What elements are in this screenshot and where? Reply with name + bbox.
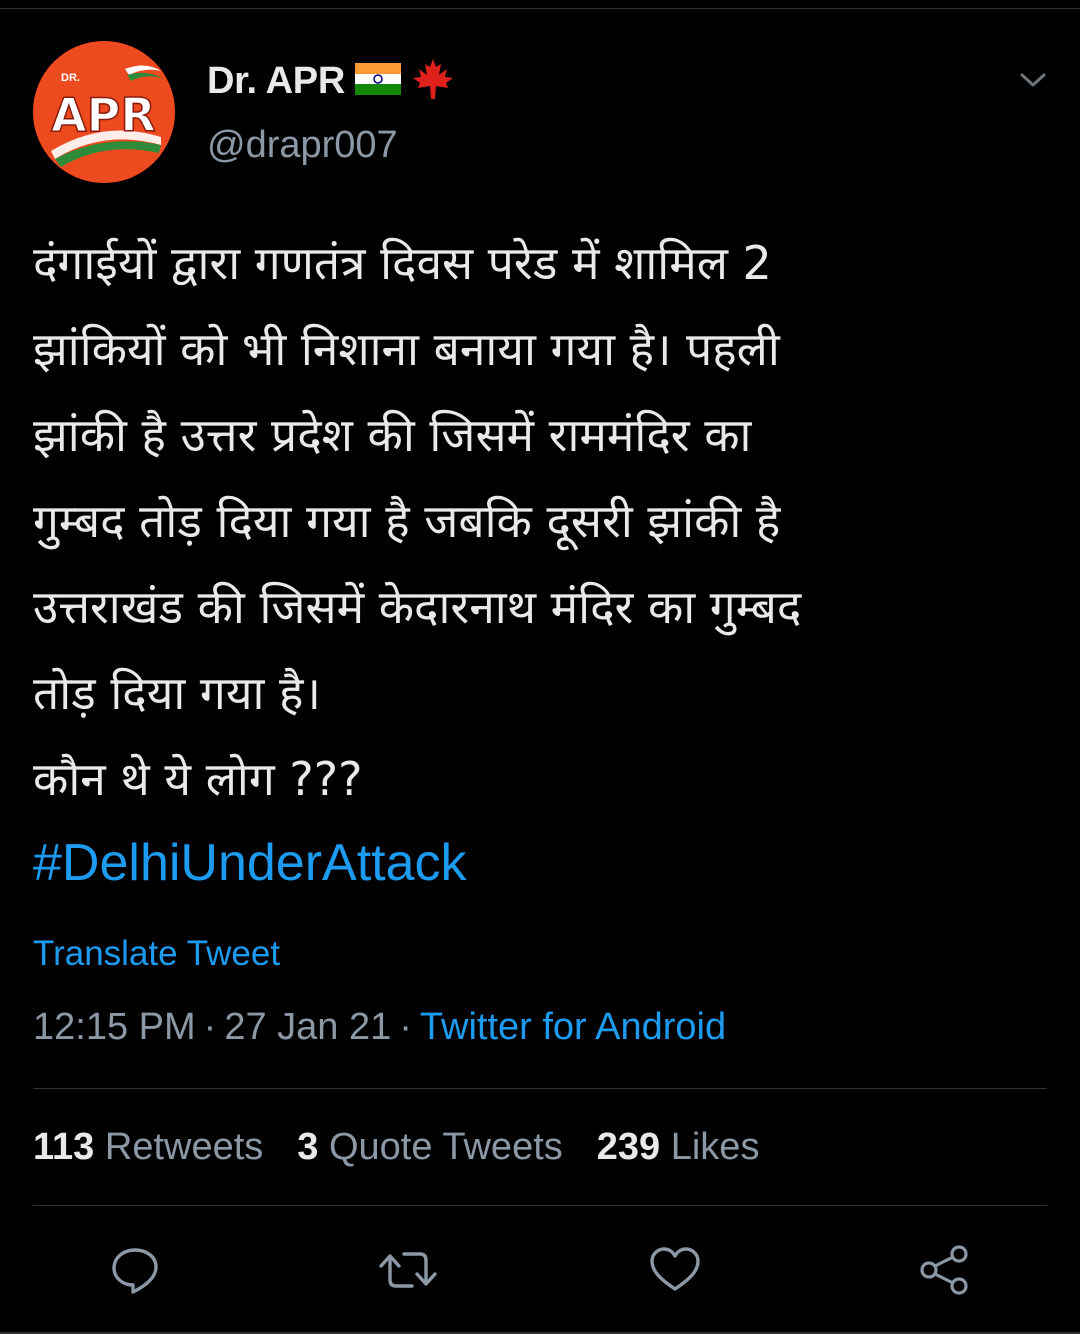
likes-label: Likes: [670, 1126, 760, 1168]
tweet-metadata: 12:15 PM · 27 Jan 21 · Twitter for Android: [33, 1006, 726, 1049]
avatar-small-text: DR.: [61, 72, 80, 84]
user-handle[interactable]: @drapr007: [207, 124, 398, 167]
likes-stat[interactable]: 239 Likes: [597, 1126, 760, 1169]
tweet-detail-page: DR. APR Dr. APR @drapr007 दंगाईयों द्वार…: [0, 0, 1080, 1334]
retweets-stat[interactable]: 113 Retweets: [33, 1126, 263, 1169]
meta-separator: ·: [203, 1006, 217, 1048]
tweet-line: झांकी है उत्तर प्रदेश की जिसमें राममंदिर…: [33, 408, 752, 462]
retweets-count: 113: [33, 1126, 95, 1168]
quotes-stat[interactable]: 3 Quote Tweets: [297, 1126, 562, 1169]
avatar-logo-text: APR: [51, 88, 156, 142]
meta-separator: ·: [399, 1006, 412, 1048]
action-bar: [0, 1240, 1080, 1300]
avatar[interactable]: DR. APR: [33, 41, 175, 183]
share-icon[interactable]: [914, 1240, 974, 1300]
stats-bottom-divider: [33, 1205, 1047, 1206]
translate-tweet-link[interactable]: Translate Tweet: [33, 934, 280, 974]
retweets-label: Retweets: [104, 1126, 264, 1168]
tweet-time: 12:15 PM: [33, 1006, 196, 1048]
like-icon[interactable]: [645, 1240, 705, 1300]
maple-leaf-icon: [411, 57, 455, 105]
reply-icon[interactable]: [105, 1240, 165, 1300]
tweet-source-link[interactable]: Twitter for Android: [420, 1006, 726, 1048]
tweet-line: कौन थे ये लोग ???: [33, 752, 363, 806]
top-divider: [0, 8, 1080, 9]
retweet-icon[interactable]: [378, 1240, 438, 1300]
stats-top-divider: [33, 1088, 1047, 1089]
tweet-line: झांकियों को भी निशाना बनाया गया है। पहली: [33, 322, 780, 376]
tweet-line: गुम्बद तोड़ दिया गया है जबकि दूसरी झांकी…: [33, 494, 781, 548]
quotes-count: 3: [297, 1126, 319, 1168]
engagement-stats: 113 Retweets 3 Quote Tweets 239 Likes: [33, 1126, 759, 1169]
tweet-text: दंगाईयों द्वारा गणतंत्र दिवस परेड में शा…: [33, 220, 1043, 906]
author-name-row[interactable]: Dr. APR: [207, 56, 455, 106]
quotes-label: Quote Tweets: [328, 1126, 563, 1168]
likes-count: 239: [596, 1126, 661, 1168]
chevron-down-icon[interactable]: [1016, 66, 1050, 94]
india-flag-icon: [354, 63, 401, 99]
tweet-date: 27 Jan 21: [224, 1006, 392, 1048]
hashtag-link[interactable]: #DelhiUnderAttack: [33, 820, 1043, 906]
tweet-line: दंगाईयों द्वारा गणतंत्र दिवस परेड में शा…: [33, 236, 772, 290]
tweet-line: तोड़ दिया गया है।: [33, 666, 321, 720]
tweet-line: उत्तराखंड की जिसमें केदारनाथ मंदिर का गु…: [33, 580, 802, 634]
display-name[interactable]: Dr. APR: [207, 60, 345, 103]
